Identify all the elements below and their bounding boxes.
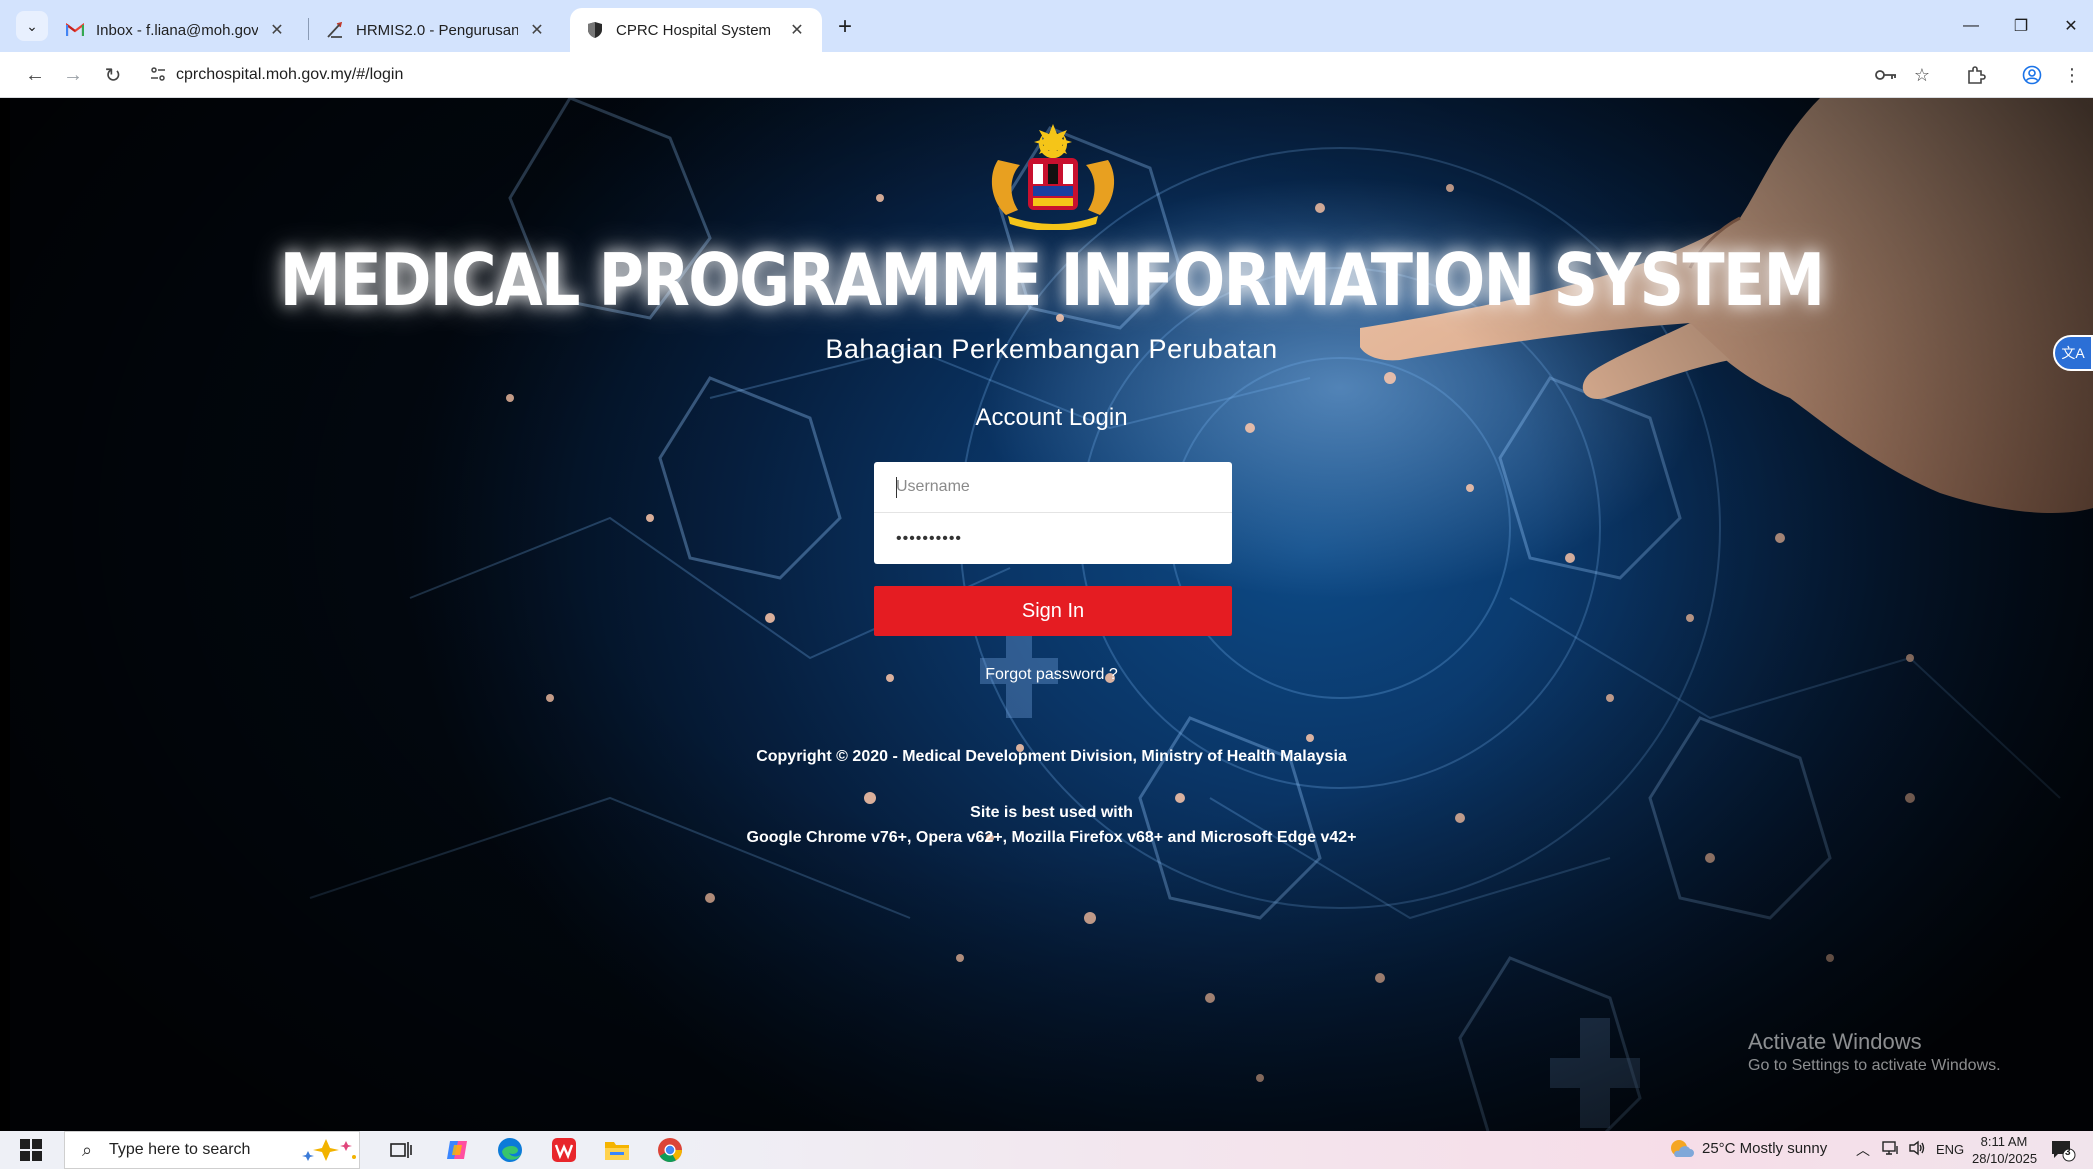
tab-search-dropdown-icon[interactable]: ⌄ (16, 11, 48, 41)
tab-title: CPRC Hospital System (616, 21, 772, 39)
login-page: MEDICAL PROGRAMME INFORMATION SYSTEM Bah… (10, 98, 2093, 1131)
taskbar-search-input[interactable] (109, 1141, 299, 1159)
search-highlight-sparkle-icon[interactable] (296, 1137, 362, 1163)
browser-tab-bar: ⌄ Inbox - f.liana@moh.gov.my - M ✕ HRMIS… (0, 0, 2093, 52)
translate-widget-icon[interactable]: 文A (2053, 335, 2093, 371)
tab-title: Inbox - f.liana@moh.gov.my - M (96, 21, 258, 39)
extensions-puzzle-icon[interactable] (1962, 61, 1990, 89)
notification-center-icon[interactable]: 3 (2050, 1138, 2076, 1166)
browser-support-list: Google Chrome v76+, Opera v62+, Mozilla … (746, 829, 1357, 846)
address-bar[interactable]: cprchospital.moh.gov.my/#/login (140, 57, 1940, 93)
weather-sun-icon[interactable] (1668, 1137, 1694, 1165)
username-input[interactable] (874, 462, 1232, 513)
tab-title: HRMIS2.0 - Pengurusan Perubat (356, 21, 518, 39)
sign-in-button[interactable]: Sign In (874, 586, 1232, 636)
login-form (874, 462, 1232, 564)
activate-windows-title: Activate Windows (1748, 1029, 1922, 1054)
activate-windows-subtitle: Go to Settings to activate Windows. (1748, 1057, 2001, 1074)
clock-date: 28/10/2025 (1972, 1151, 2038, 1166)
page-subtitle: Bahagian Perkembangan Perubatan (825, 334, 1278, 364)
profile-avatar-icon[interactable] (2018, 61, 2046, 89)
text-caret (896, 477, 897, 498)
copyright-text: Copyright © 2020 - Medical Development D… (756, 748, 1347, 765)
gmail-icon (66, 21, 84, 39)
file-explorer-icon[interactable] (602, 1135, 632, 1165)
search-icon: ⌕ (81, 1139, 93, 1160)
weather-text[interactable]: 25°C Mostly sunny (1702, 1140, 1827, 1157)
page-title: MEDICAL PROGRAMME INFORMATION SYSTEM (279, 238, 1825, 322)
tab-hrmis[interactable]: HRMIS2.0 - Pengurusan Perubat ✕ (310, 8, 562, 52)
login-heading: Account Login (975, 404, 1128, 431)
bookmark-star-icon[interactable]: ☆ (1908, 61, 1936, 89)
taskbar-clock[interactable]: 8:11 AM 28/10/2025 (1972, 1133, 2038, 1167)
volume-speaker-icon[interactable] (1908, 1140, 1926, 1160)
tab-gmail-inbox[interactable]: Inbox - f.liana@moh.gov.my - M ✕ (50, 8, 302, 52)
shield-icon (586, 21, 604, 39)
site-info-icon[interactable] (140, 66, 176, 84)
chrome-browser-icon[interactable] (655, 1135, 685, 1165)
minimize-icon[interactable]: — (1948, 8, 1994, 44)
close-window-icon[interactable]: ✕ (2048, 8, 2093, 44)
restore-icon[interactable]: ❐ (1998, 8, 2044, 44)
password-key-icon[interactable] (1872, 61, 1900, 89)
windows-start-icon[interactable] (20, 1139, 42, 1161)
forgot-password-link[interactable]: Forgot password ? (10, 666, 2093, 684)
malaysia-coat-of-arms-logo (991, 124, 1115, 230)
tab-close-icon[interactable]: ✕ (786, 19, 808, 41)
edge-browser-icon[interactable] (495, 1135, 525, 1165)
network-icon[interactable] (1882, 1140, 1900, 1160)
tray-overflow-chevron-icon[interactable]: ︿ (1856, 1140, 1870, 1160)
url-text: cprchospital.moh.gov.my/#/login (176, 66, 404, 83)
copilot-icon[interactable] (442, 1135, 472, 1165)
windows-taskbar: ⌕ 25°C Mostly sunny ︿ ENG 8:11 AM 28/10/… (0, 1131, 2093, 1169)
back-arrow-icon[interactable]: ← (20, 60, 50, 90)
clock-time: 8:11 AM (1980, 1134, 2028, 1149)
new-tab-plus-icon[interactable]: + (830, 12, 860, 42)
browser-toolbar: ← → ↻ cprchospital.moh.gov.my/#/login ☆ … (0, 52, 2093, 98)
tab-close-icon[interactable]: ✕ (526, 19, 548, 41)
task-view-icon[interactable] (386, 1135, 416, 1165)
hrmis-icon (326, 21, 344, 39)
password-input[interactable] (874, 513, 1232, 564)
menu-kebab-icon[interactable]: ⋮ (2058, 61, 2086, 89)
forward-arrow-icon[interactable]: → (58, 60, 88, 90)
reload-icon[interactable]: ↻ (98, 60, 128, 90)
tab-cprc-hospital[interactable]: CPRC Hospital System ✕ (570, 8, 822, 52)
notification-count-badge: 3 (2065, 1147, 2071, 1158)
wps-office-icon[interactable] (549, 1135, 579, 1165)
tab-close-icon[interactable]: ✕ (266, 19, 288, 41)
tab-separator (308, 18, 309, 40)
browser-support-heading: Site is best used with (970, 804, 1133, 821)
language-indicator[interactable]: ENG (1936, 1142, 1964, 1157)
